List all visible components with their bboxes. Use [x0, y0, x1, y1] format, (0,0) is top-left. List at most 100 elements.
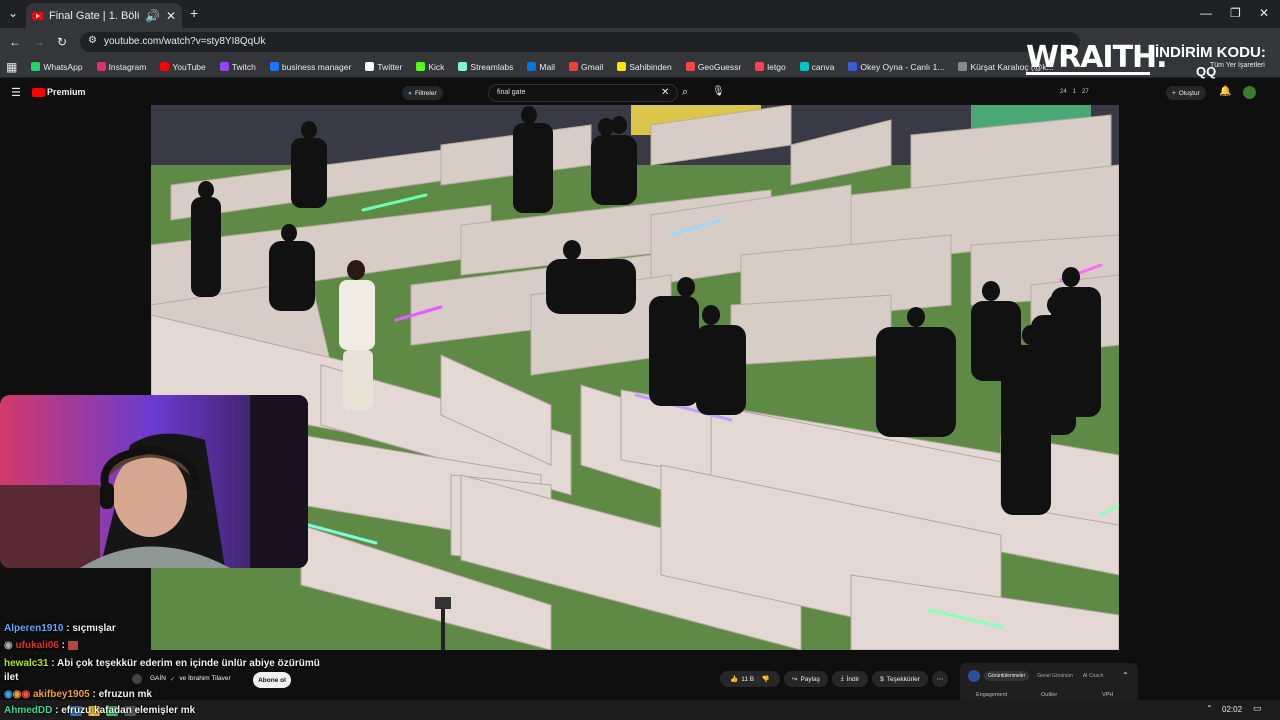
- chat-username[interactable]: hewalc31: [4, 658, 48, 669]
- thanks-button[interactable]: $ Teşekkürler: [872, 671, 928, 687]
- bookmark-label: Okey Oyna - Canlı 1...: [860, 61, 945, 72]
- youtube-logo-icon[interactable]: [32, 88, 45, 97]
- avatar[interactable]: [1243, 86, 1256, 99]
- share-label: Paylaş: [800, 675, 820, 683]
- tray-expand-icon[interactable]: ⌃: [1206, 704, 1213, 713]
- all-bookmarks-label[interactable]: Tüm Yer İşaretleri: [1210, 62, 1265, 69]
- reload-icon[interactable]: ↻: [57, 35, 67, 49]
- clock[interactable]: 02:02: [1222, 705, 1242, 714]
- bookmark-favicon-icon: [958, 62, 968, 71]
- bookmark-favicon-icon: [269, 62, 279, 71]
- bookmark-business-manager[interactable]: business manager: [269, 62, 351, 72]
- video-frame: [151, 105, 1119, 650]
- bookmark-label: Twitter: [377, 61, 403, 72]
- channel-name[interactable]: GAİN: [150, 675, 166, 683]
- panel-collapse-icon[interactable]: ⌃: [1122, 671, 1129, 680]
- chat-username[interactable]: ufukali06: [16, 640, 59, 651]
- bookmark-favicon-icon: [96, 62, 106, 71]
- chat-message: Alperen1910 : sıçmışlar: [4, 623, 116, 634]
- url-text[interactable]: youtube.com/watch?v=sty8YI8QqUk: [104, 36, 265, 47]
- bookmark-canva[interactable]: canva: [799, 62, 834, 72]
- like-count[interactable]: 11 B: [741, 676, 754, 683]
- bookmark-favicon-icon: [755, 62, 765, 71]
- site-info-icon[interactable]: ⚙: [88, 35, 97, 46]
- download-button[interactable]: ⤓ İndir: [832, 671, 868, 687]
- bookmark-geoguessr[interactable]: GeoGuessr: [685, 62, 741, 72]
- sponsor-underline: [1026, 72, 1150, 75]
- more-actions-button[interactable]: ⋯: [932, 671, 948, 687]
- tab-close-icon[interactable]: ✕: [166, 9, 176, 23]
- bookmark-mail[interactable]: Mail: [527, 62, 555, 72]
- bookmark-favicon-icon: [416, 62, 426, 71]
- minimize-icon[interactable]: —: [1200, 6, 1212, 20]
- search-icon[interactable]: ⌕: [682, 86, 688, 99]
- chat-username[interactable]: akifbey1905: [33, 689, 90, 700]
- tab-audio-icon[interactable]: 🔊: [145, 9, 160, 23]
- bookmark-instagram[interactable]: Instagram: [96, 62, 146, 72]
- header-counters: 24 1 27: [1060, 89, 1089, 95]
- chat-username[interactable]: Alperen1910: [4, 623, 63, 634]
- analytics-tabs: Görüntülenmeler Genel Görünüm AI Coach: [984, 671, 1105, 681]
- tab-views[interactable]: Görüntülenmeler: [984, 671, 1030, 681]
- bookmark-label: Streamlabs: [470, 61, 514, 72]
- mic-icon[interactable]: 🎙: [712, 86, 725, 97]
- thanks-label: Teşekkürler: [886, 675, 920, 683]
- bookmark-youtube[interactable]: YouTube: [160, 62, 206, 72]
- bookmark-favicon-icon: [527, 62, 537, 71]
- clear-search-icon[interactable]: ✕: [661, 87, 669, 98]
- bookmark-twitch[interactable]: Twitch: [219, 62, 256, 72]
- bookmark-letgo[interactable]: letgo: [755, 62, 786, 72]
- bookmark-favicon-icon: [31, 62, 41, 71]
- bell-icon[interactable]: 🔔: [1219, 86, 1231, 97]
- tab-search-icon[interactable]: ⌄: [8, 6, 18, 20]
- bookmark-favicon-icon: [365, 62, 375, 71]
- chat-text: efruzu kafadan elemişler mk: [61, 705, 196, 716]
- plus-icon: +: [1172, 89, 1176, 97]
- collab-name[interactable]: ve İbrahim Tilaver: [179, 675, 230, 683]
- menu-icon[interactable]: ☰: [11, 86, 21, 99]
- bookmark-label: WhatsApp: [43, 61, 83, 72]
- forward-icon[interactable]: →: [33, 35, 45, 49]
- analytics-logo-icon: [968, 670, 980, 682]
- browser-tab[interactable]: Final Gate | 1. Bölüm Full İz 🔊 ✕: [26, 3, 182, 28]
- bookmark-favicon-icon: [848, 62, 858, 71]
- tab-ai-coach[interactable]: AI Coach: [1081, 671, 1106, 681]
- filters-label: Filtreler: [414, 89, 437, 97]
- channel-avatar[interactable]: [132, 674, 142, 684]
- new-tab-icon[interactable]: +: [190, 5, 198, 21]
- subscribe-button[interactable]: Abone ol: [253, 672, 291, 688]
- chat-message: ◉◉◉ akifbey1905 : efruzun mk: [4, 689, 152, 700]
- bookmark-gmail[interactable]: Gmail: [569, 62, 603, 72]
- create-button[interactable]: + Oluştur: [1166, 86, 1206, 100]
- video-player[interactable]: [151, 105, 1119, 650]
- notification-icon[interactable]: ▭: [1253, 703, 1262, 714]
- bookmark-label: Sahibinden: [629, 61, 672, 72]
- share-button[interactable]: ↪ Paylaş: [784, 671, 828, 687]
- bookmark-whatsapp[interactable]: WhatsApp: [31, 61, 83, 72]
- window-close-icon[interactable]: ✕: [1259, 6, 1269, 20]
- bookmark-kick[interactable]: Kick: [416, 62, 444, 72]
- bookmark-streamlabs[interactable]: Streamlabs: [458, 62, 513, 72]
- chat-message: AhmedDD : efruzu kafadan elemişler mk: [4, 705, 196, 716]
- apps-icon[interactable]: ▦: [6, 60, 17, 74]
- sponsor-logo: WRAITH.: [1026, 40, 1168, 75]
- like-icon[interactable]: 👍: [730, 675, 738, 683]
- back-icon[interactable]: ←: [9, 35, 21, 49]
- tab-overview[interactable]: Genel Görünüm: [1035, 671, 1075, 681]
- chat-username[interactable]: AhmedDD: [4, 705, 52, 716]
- verified-icon: ✓: [169, 676, 176, 683]
- restore-icon[interactable]: ❐: [1230, 6, 1241, 20]
- filters-button[interactable]: ● Filtreler: [402, 86, 443, 100]
- bookmark-twitter[interactable]: Twitter: [365, 62, 402, 72]
- chat-text: sıçmışlar: [72, 623, 116, 634]
- chat-badge-icon: ◉: [21, 689, 31, 700]
- search-input[interactable]: final gate: [488, 84, 678, 102]
- subscribe-label: Abone ol: [258, 676, 286, 684]
- bookmark-okey-oyna-canl-1[interactable]: Okey Oyna - Canlı 1...: [848, 62, 944, 72]
- col-engagement: Engagement: [976, 692, 1008, 698]
- dislike-icon[interactable]: 👎: [762, 675, 770, 683]
- col-outlier: Outlier: [1041, 692, 1058, 698]
- bookmark-sahibinden[interactable]: Sahibinden: [617, 62, 672, 72]
- bookmark-favicon-icon: [799, 62, 809, 71]
- premium-logo-label: Premium: [47, 87, 86, 97]
